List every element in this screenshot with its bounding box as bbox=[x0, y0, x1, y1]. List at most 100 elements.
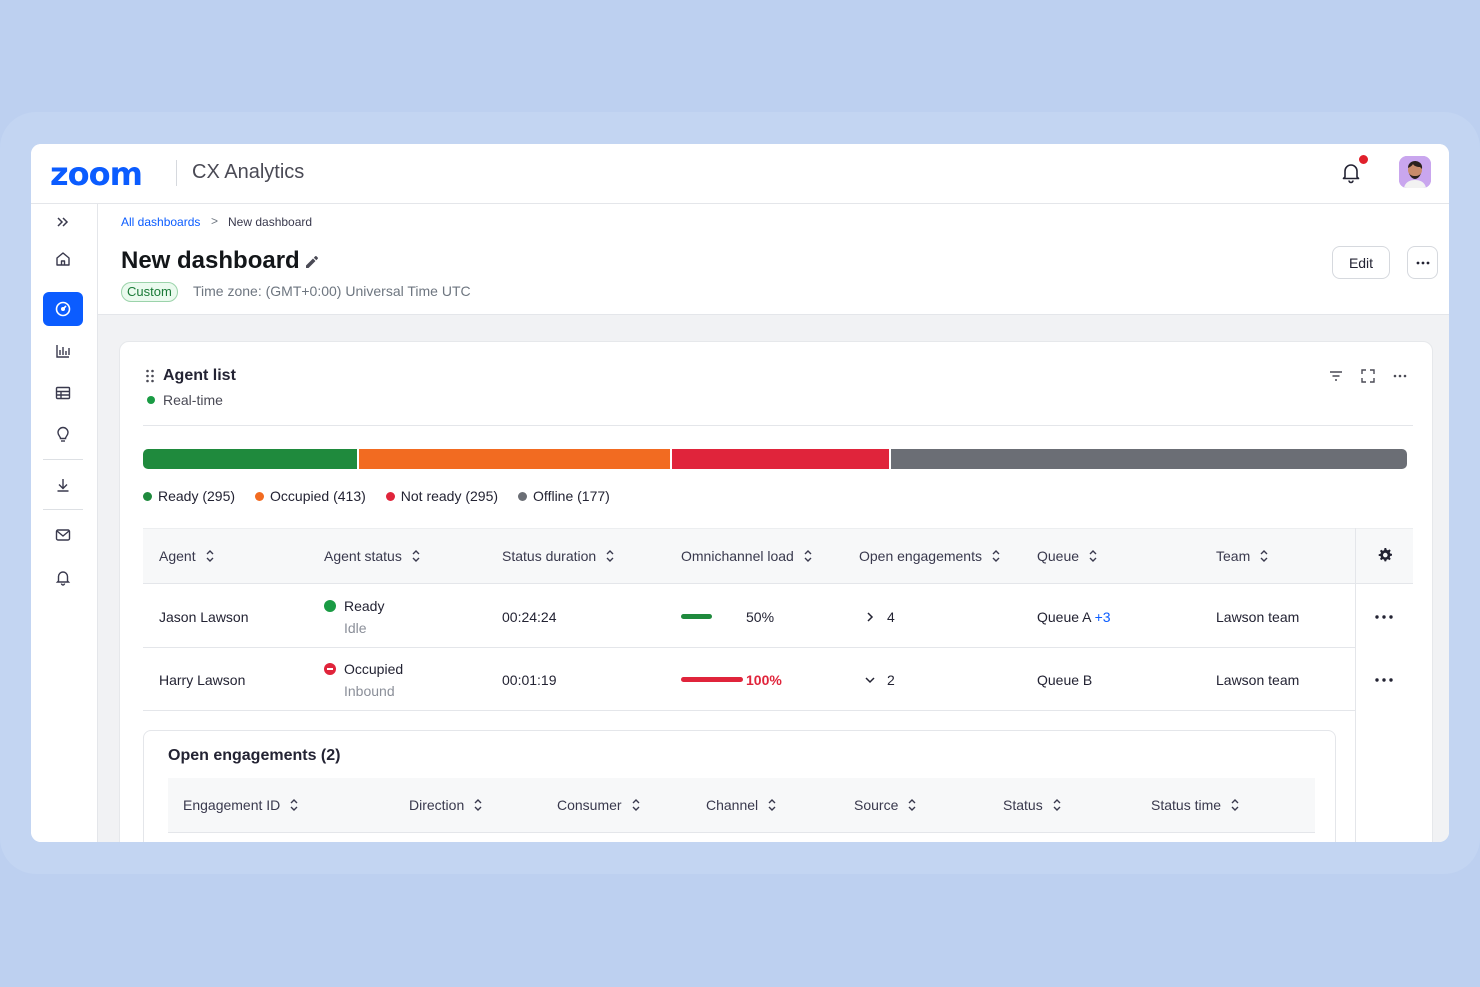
status-ready-dot bbox=[324, 600, 336, 612]
agent-status: Ready bbox=[344, 598, 385, 614]
legend-offline: Offline (177) bbox=[518, 488, 610, 504]
open-engagements-count[interactable]: 4 bbox=[887, 609, 895, 625]
column-header-open-engagements[interactable]: Open engagements bbox=[859, 548, 1001, 564]
column-header-status-time[interactable]: Status time bbox=[1151, 797, 1240, 813]
download-icon[interactable] bbox=[43, 468, 83, 502]
legend-label: Not ready (295) bbox=[400, 488, 499, 504]
sort-icon bbox=[1260, 550, 1268, 562]
queue-name: Queue A bbox=[1037, 609, 1091, 625]
sidebar-divider bbox=[43, 509, 83, 510]
column-header-omnichannel-load[interactable]: Omnichannel load bbox=[681, 548, 813, 564]
agent-substatus: Idle bbox=[344, 620, 367, 636]
status-legend: Ready (295) Occupied (413) Not ready (29… bbox=[143, 488, 610, 504]
sort-icon bbox=[1089, 550, 1097, 562]
legend-label: Ready (295) bbox=[158, 488, 236, 504]
bell-icon[interactable] bbox=[43, 560, 83, 594]
column-label: Direction bbox=[409, 797, 465, 813]
column-header-team[interactable]: Team bbox=[1216, 548, 1269, 564]
settings-column-divider bbox=[1355, 528, 1356, 842]
table-row[interactable]: Harry Lawson Occupied Inbound 00:01:19 1… bbox=[143, 648, 1355, 711]
expand-sidebar-icon[interactable] bbox=[43, 205, 83, 239]
omnichannel-load-bar bbox=[681, 614, 712, 619]
sort-icon bbox=[412, 550, 420, 562]
sort-icon bbox=[992, 550, 1000, 562]
filter-icon[interactable] bbox=[1327, 367, 1345, 385]
column-header-agent-status[interactable]: Agent status bbox=[324, 548, 421, 564]
legend-ready: Ready (295) bbox=[143, 488, 235, 504]
drag-handle-icon[interactable] bbox=[145, 369, 155, 383]
sort-icon bbox=[606, 550, 614, 562]
main-content: All dashboards > New dashboard New dashb… bbox=[98, 204, 1449, 842]
breadcrumb-current: New dashboard bbox=[228, 215, 313, 229]
notification-indicator bbox=[1358, 154, 1369, 165]
omnichannel-load-value: 100% bbox=[746, 672, 782, 688]
column-header-engagement-id[interactable]: Engagement ID bbox=[183, 797, 299, 813]
table-row[interactable]: Jason Lawson Ready Idle 00:24:24 50% 4 Q… bbox=[143, 585, 1355, 648]
sort-icon bbox=[768, 799, 776, 811]
lightbulb-icon[interactable] bbox=[43, 418, 83, 452]
status-segment-3[interactable] bbox=[891, 449, 1407, 469]
chevron-right-icon[interactable] bbox=[864, 611, 876, 623]
engagements-table-header: Engagement ID Direction Consumer Channel… bbox=[168, 778, 1315, 833]
column-label: Open engagements bbox=[859, 548, 982, 564]
sidebar-divider bbox=[43, 459, 83, 460]
column-settings-gear-icon[interactable] bbox=[1377, 547, 1393, 563]
sort-icon bbox=[206, 550, 214, 562]
breadcrumb-all-dashboards[interactable]: All dashboards bbox=[121, 215, 200, 229]
column-header-status[interactable]: Status bbox=[1003, 797, 1062, 813]
zoom-logo[interactable]: zoom bbox=[50, 155, 143, 193]
team-name: Lawson team bbox=[1216, 609, 1300, 625]
legend-dot bbox=[518, 491, 528, 501]
agent-name[interactable]: Jason Lawson bbox=[159, 609, 249, 625]
custom-badge: Custom bbox=[121, 282, 178, 302]
agent-name[interactable]: Harry Lawson bbox=[159, 672, 245, 688]
column-header-status-duration[interactable]: Status duration bbox=[502, 548, 615, 564]
column-header-consumer[interactable]: Consumer bbox=[557, 797, 641, 813]
column-header-agent[interactable]: Agent bbox=[159, 548, 215, 564]
chevron-down-icon[interactable] bbox=[864, 674, 876, 686]
edit-title-pencil-icon[interactable] bbox=[304, 254, 320, 270]
column-label: Agent status bbox=[324, 548, 402, 564]
fullscreen-icon[interactable] bbox=[1359, 367, 1377, 385]
status-segment-0[interactable] bbox=[143, 449, 357, 469]
more-options-button[interactable] bbox=[1407, 246, 1438, 279]
row-more-icon[interactable] bbox=[1374, 677, 1394, 683]
queue-name: Queue B bbox=[1037, 672, 1093, 688]
column-label: Status duration bbox=[502, 548, 597, 564]
row-more-icon[interactable] bbox=[1374, 614, 1394, 620]
dashboard-icon[interactable] bbox=[43, 292, 83, 326]
status-segment-1[interactable] bbox=[358, 449, 670, 469]
sort-icon bbox=[1231, 799, 1239, 811]
widget-more-icon[interactable] bbox=[1391, 367, 1409, 385]
legend-label: Offline (177) bbox=[533, 488, 610, 504]
page-header: All dashboards > New dashboard New dashb… bbox=[98, 204, 1449, 315]
app-name: CX Analytics bbox=[192, 161, 305, 183]
queue-extra-link[interactable]: +3 bbox=[1095, 609, 1111, 625]
edit-button[interactable]: Edit bbox=[1332, 246, 1390, 279]
column-header-direction[interactable]: Direction bbox=[409, 797, 483, 813]
occupied-minus-mark bbox=[327, 668, 333, 670]
column-label: Status time bbox=[1151, 797, 1222, 813]
column-header-source[interactable]: Source bbox=[854, 797, 917, 813]
sort-icon bbox=[1053, 799, 1061, 811]
column-label: Omnichannel load bbox=[681, 548, 794, 564]
status-segment-2[interactable] bbox=[671, 449, 890, 469]
omnichannel-load-bar bbox=[681, 677, 743, 682]
open-engagements-count[interactable]: 2 bbox=[887, 672, 895, 688]
sort-icon bbox=[804, 550, 812, 562]
legend-label: Occupied (413) bbox=[270, 488, 366, 504]
top-bar: zoom CX Analytics bbox=[31, 144, 1449, 204]
column-header-channel[interactable]: Channel bbox=[706, 797, 777, 813]
sort-icon bbox=[908, 799, 916, 811]
user-avatar[interactable] bbox=[1399, 156, 1431, 188]
column-header-queue[interactable]: Queue bbox=[1037, 548, 1098, 564]
sidebar bbox=[31, 204, 98, 842]
table-icon[interactable] bbox=[43, 376, 83, 410]
bar-chart-icon[interactable] bbox=[43, 334, 83, 368]
home-icon[interactable] bbox=[43, 242, 83, 276]
agent-status: Occupied bbox=[344, 661, 404, 677]
legend-dot bbox=[255, 491, 265, 501]
column-label: Status bbox=[1003, 797, 1043, 813]
status-duration: 00:01:19 bbox=[502, 672, 557, 688]
mail-icon[interactable] bbox=[43, 518, 83, 552]
